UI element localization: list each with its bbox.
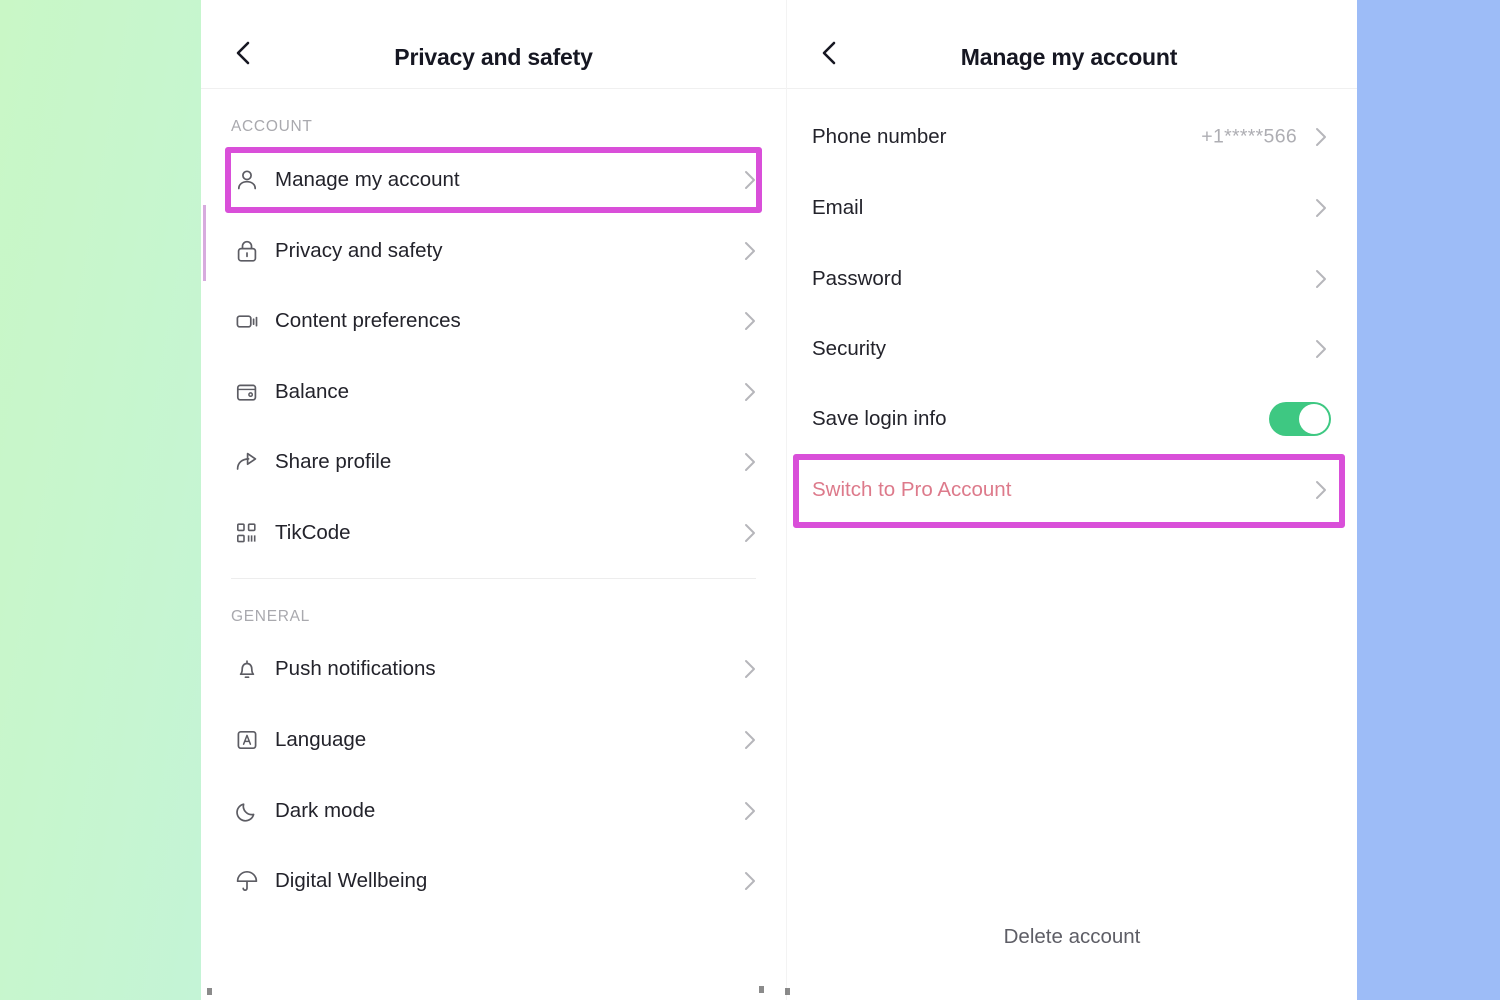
chevron-right-icon (1313, 477, 1329, 503)
sidebar-item-dark-mode[interactable]: Dark mode (201, 776, 786, 846)
screenshot-root: Privacy and safety ACCOUNT Manage my acc… (0, 0, 1500, 1000)
chevron-right-icon (742, 520, 758, 546)
sidebar-item-label: Push notifications (275, 657, 436, 680)
account-row-save-login-info[interactable]: Save login info (787, 384, 1357, 454)
sidebar-item-manage-my-account[interactable]: Manage my account (201, 145, 786, 215)
account-row-label: Phone number (812, 125, 947, 148)
sidebar-item-digital-wellbeing[interactable]: Digital Wellbeing (201, 846, 786, 916)
chevron-right-icon (1313, 124, 1329, 150)
chevron-right-icon (742, 656, 758, 682)
chevron-right-icon (742, 727, 758, 753)
chevron-right-icon (1313, 336, 1329, 362)
scan-artifact (785, 988, 790, 995)
moon-icon (234, 798, 260, 824)
toggle-knob (1299, 404, 1329, 434)
delete-account-button[interactable]: Delete account (787, 925, 1357, 949)
sidebar-item-label: Language (275, 728, 367, 751)
phone-screenshot-canvas: Privacy and safety ACCOUNT Manage my acc… (201, 0, 1357, 1000)
left-panel-title: Privacy and safety (394, 44, 593, 70)
chevron-right-icon (742, 167, 758, 193)
account-row-phone-number[interactable]: Phone number +1*****566 (787, 102, 1357, 172)
chevron-right-icon (742, 238, 758, 264)
right-panel-header: Manage my account (787, 0, 1357, 89)
background-right-block (1357, 0, 1500, 1000)
chevron-right-icon (742, 868, 758, 894)
account-row-switch-to-pro-account[interactable]: Switch to Pro Account (787, 455, 1357, 525)
section-label-general: GENERAL (231, 608, 310, 625)
account-row-label: Switch to Pro Account (812, 478, 1012, 501)
wallet-icon (234, 379, 260, 405)
sidebar-item-balance[interactable]: Balance (201, 357, 786, 427)
account-row-security[interactable]: Security (787, 314, 1357, 384)
account-row-email[interactable]: Email (787, 173, 1357, 243)
umbrella-icon (234, 868, 260, 894)
phone-number-value: +1*****566 (1201, 125, 1297, 148)
sidebar-item-label: Dark mode (275, 799, 376, 822)
account-row-label: Password (812, 267, 903, 290)
sidebar-item-label: Privacy and safety (275, 239, 443, 262)
section-divider (231, 578, 756, 579)
account-row-label: Save login info (812, 407, 947, 430)
scan-artifact (759, 986, 764, 993)
person-icon (234, 167, 260, 193)
share-icon (234, 449, 260, 475)
save-login-info-toggle[interactable] (1269, 402, 1331, 436)
bell-icon (234, 656, 260, 682)
sidebar-item-label: Manage my account (275, 168, 460, 191)
left-panel-header: Privacy and safety (201, 0, 786, 89)
right-panel-title: Manage my account (960, 44, 1178, 70)
sidebar-item-share-profile[interactable]: Share profile (201, 427, 786, 497)
chevron-right-icon (742, 798, 758, 824)
account-row-password[interactable]: Password (787, 244, 1357, 314)
account-row-label: Email (812, 196, 864, 219)
sidebar-item-privacy-and-safety[interactable]: Privacy and safety (201, 216, 786, 286)
sidebar-item-label: Content preferences (275, 309, 461, 332)
background-left-gradient (0, 0, 201, 1000)
sidebar-item-tikcode[interactable]: TikCode (201, 498, 786, 568)
chevron-right-icon (742, 449, 758, 475)
sidebar-item-language[interactable]: Language (201, 705, 786, 775)
chevron-right-icon (742, 379, 758, 405)
scan-artifact (207, 988, 212, 995)
manage-my-account-panel: Manage my account Phone number +1*****56… (787, 0, 1357, 1000)
sidebar-item-label: TikCode (275, 521, 351, 544)
section-label-account: ACCOUNT (231, 118, 313, 135)
language-icon (234, 727, 260, 753)
sidebar-item-push-notifications[interactable]: Push notifications (201, 634, 786, 704)
qr-code-icon (234, 520, 260, 546)
sidebar-item-label: Digital Wellbeing (275, 869, 428, 892)
chevron-right-icon (742, 308, 758, 334)
sidebar-item-label: Balance (275, 380, 350, 403)
privacy-and-safety-panel: Privacy and safety ACCOUNT Manage my acc… (201, 0, 786, 1000)
sidebar-item-content-preferences[interactable]: Content preferences (201, 286, 786, 356)
video-icon (234, 308, 260, 334)
highlight-edge-sliver (203, 205, 206, 281)
chevron-right-icon (1313, 266, 1329, 292)
lock-icon (234, 238, 260, 264)
chevron-right-icon (1313, 195, 1329, 221)
sidebar-item-label: Share profile (275, 450, 392, 473)
account-row-label: Security (812, 337, 887, 360)
